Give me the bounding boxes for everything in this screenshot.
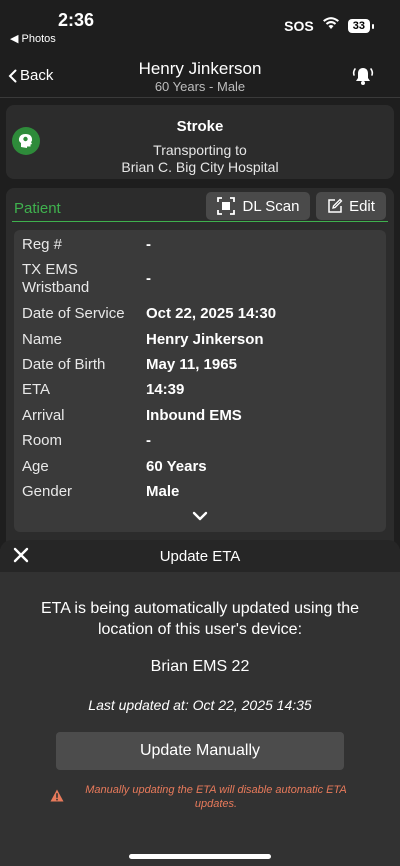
sos-indicator: SOS — [284, 17, 314, 34]
field-label: Reg # — [22, 236, 63, 253]
condition-title: Stroke — [176, 118, 224, 135]
back-to-app-link[interactable]: ◀ Photos — [10, 32, 56, 45]
field-label: Date of Birth — [22, 356, 106, 373]
wifi-icon — [322, 16, 340, 35]
destination-hospital: Brian C. Big City Hospital — [121, 159, 279, 175]
page-title: Henry Jinkerson — [138, 59, 262, 78]
edit-button[interactable]: Edit — [316, 192, 386, 220]
destination-card[interactable]: Stroke Transporting to Brian C. Big City… — [6, 105, 394, 179]
field-value: 14:39 — [146, 381, 185, 398]
field-label: Gender — [22, 483, 73, 500]
sheet-header: Update ETA — [0, 540, 400, 572]
field-label: Age — [22, 458, 49, 475]
last-updated-text: Last updated at: Oct 22, 2025 14:35 — [88, 697, 312, 713]
scan-icon — [216, 197, 235, 215]
page-subtitle: 60 Years - Male — [154, 79, 246, 94]
battery-indicator: 33 — [347, 18, 375, 33]
field-label: Date of Service — [22, 305, 125, 322]
field-label: ETA — [22, 381, 51, 398]
section-divider — [12, 221, 388, 222]
field-label: Name — [22, 331, 63, 348]
field-label: TX EMS Wristband — [22, 261, 90, 296]
dl-scan-label: DL Scan — [242, 197, 300, 215]
sheet-title: Update ETA — [159, 548, 241, 565]
navigation-header: Back Henry Jinkerson 60 Years - Male — [0, 52, 400, 98]
transport-label: Transporting to — [153, 142, 247, 158]
warning-text: Manually updating the ETA will disable a… — [85, 784, 347, 810]
field-value: Inbound EMS — [146, 407, 242, 424]
update-manually-button[interactable]: Update Manually — [56, 732, 344, 770]
status-indicators: SOS 33 — [284, 16, 375, 35]
warning-icon — [50, 789, 64, 807]
dl-scan-button[interactable]: DL Scan — [206, 192, 310, 220]
field-label: Arrival — [22, 407, 65, 424]
field-value: 60 Years — [146, 458, 207, 475]
update-eta-sheet: Update ETA ETA is being automatically up… — [0, 540, 400, 866]
device-name: Brian EMS 22 — [150, 658, 250, 675]
chevron-down-icon[interactable] — [192, 508, 208, 526]
field-value: Male — [146, 483, 180, 500]
field-value: - — [146, 432, 151, 449]
auto-update-message: ETA is being automatically updated using… — [40, 600, 360, 638]
edit-label: Edit — [349, 197, 375, 215]
patient-fields-list[interactable]: Reg # - TX EMS Wristband - Date of Servi… — [14, 230, 386, 532]
field-label: Room — [22, 432, 63, 449]
field-value: May 11, 1965 — [146, 356, 237, 373]
patient-section-label: Patient — [14, 200, 61, 217]
home-indicator[interactable] — [129, 854, 271, 859]
bell-ringing-icon[interactable] — [352, 65, 374, 92]
patient-section: Patient DL Scan Edit Reg # - TX EMS Wris… — [6, 188, 394, 548]
field-value: - — [146, 236, 151, 253]
field-value: Oct 22, 2025 14:30 — [146, 305, 277, 322]
field-value: - — [146, 270, 151, 287]
edit-icon — [328, 198, 343, 213]
status-bar: 2:36 ◀ Photos SOS 33 — [0, 0, 400, 50]
status-time: 2:36 — [58, 10, 95, 30]
field-value: Henry Jinkerson — [146, 331, 264, 348]
